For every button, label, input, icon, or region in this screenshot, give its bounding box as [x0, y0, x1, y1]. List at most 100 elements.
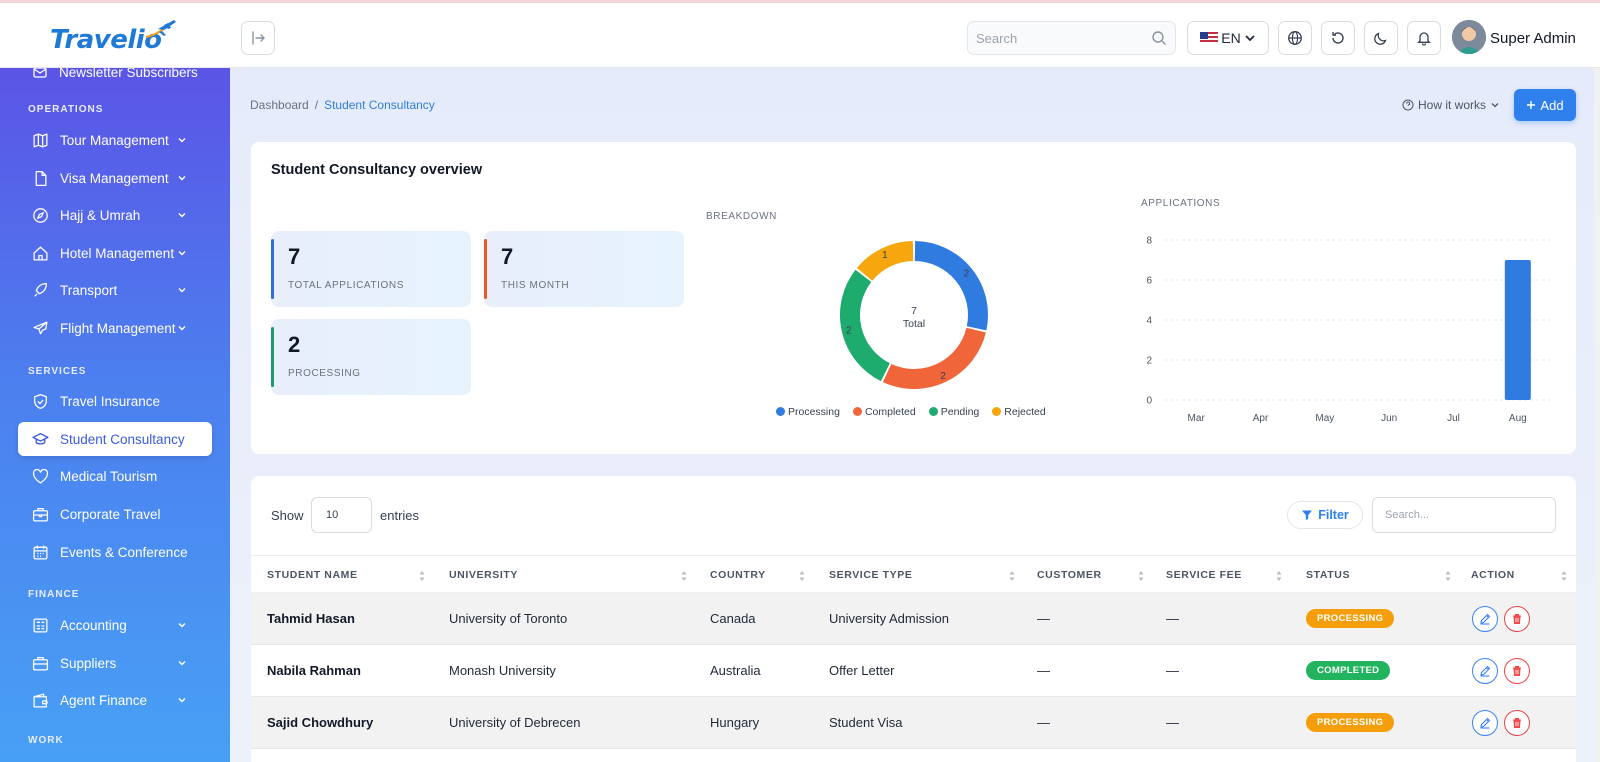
avatar-icon: [1452, 20, 1486, 54]
table-row[interactable]: Nabila Rahman Monash University Australia O…: [251, 645, 1576, 697]
delete-button[interactable]: [1504, 710, 1530, 736]
legend-label: Processing: [788, 406, 840, 418]
cell-customer: —: [1037, 715, 1050, 730]
donut-slice-pending[interactable]: [840, 269, 891, 382]
donut-slice-processing[interactable]: [914, 241, 988, 331]
sidebar-item-accounting[interactable]: Accounting: [18, 608, 212, 642]
cell-service: University Admission: [829, 611, 949, 626]
filter-button[interactable]: Filter: [1287, 501, 1363, 529]
cell-service: Student Visa: [829, 715, 903, 730]
y-tick-label: 0: [1146, 396, 1152, 407]
notifications-button[interactable]: [1407, 21, 1441, 55]
donut-slice-rejected[interactable]: [856, 241, 914, 282]
legend-item-completed[interactable]: Completed: [852, 406, 916, 418]
edit-button[interactable]: [1472, 710, 1498, 736]
x-tick-label: Aug: [1509, 413, 1527, 424]
theme-toggle-button[interactable]: [1364, 21, 1398, 55]
column-header-service-fee[interactable]: SERVICE FEE: [1166, 569, 1242, 581]
user-name[interactable]: Super Admin: [1490, 30, 1576, 47]
stat-accent: [271, 327, 274, 387]
calculator-icon: [33, 617, 48, 633]
trash-icon: [1513, 665, 1521, 677]
sidebar-item-label: Suppliers: [60, 655, 117, 671]
chevron-down-icon: [1245, 35, 1255, 42]
document-icon: [35, 170, 47, 186]
sort-icon[interactable]: [1445, 569, 1451, 581]
sidebar-item-hotel-management[interactable]: Hotel Management: [18, 236, 212, 270]
sort-icon[interactable]: [1561, 569, 1567, 581]
language-selector[interactable]: EN: [1187, 21, 1269, 55]
sidebar-item-tour-management[interactable]: Tour Management: [18, 123, 212, 157]
column-header-customer[interactable]: CUSTOMER: [1037, 569, 1102, 581]
table-row[interactable]: Sajid Chowdhury University of Debrecen Hun…: [251, 697, 1576, 749]
page-scrollbar[interactable]: [1594, 68, 1600, 762]
search-input[interactable]: [968, 22, 1138, 54]
legend-item-pending[interactable]: Pending: [928, 406, 979, 418]
sidebar-item-visa-management[interactable]: Visa Management: [18, 161, 212, 195]
sidebar-item-events-conference[interactable]: Events & Conference: [18, 535, 212, 569]
sidebar-item-suppliers[interactable]: Suppliers: [18, 646, 212, 680]
column-header-student-name[interactable]: STUDENT NAME: [267, 569, 358, 581]
sort-icon[interactable]: [1138, 569, 1144, 581]
donut-slice-completed[interactable]: [882, 327, 986, 389]
brand-logo[interactable]: Travelio: [50, 15, 180, 59]
flag-us-icon: [1200, 32, 1219, 44]
heart-icon: [32, 468, 49, 484]
user-avatar[interactable]: [1452, 20, 1486, 54]
trash-icon: [1513, 613, 1521, 625]
globe-button[interactable]: [1278, 21, 1312, 55]
how-it-works-button[interactable]: How it works: [1402, 98, 1500, 112]
sidebar-item-hajj-umrah[interactable]: Hajj & Umrah: [18, 198, 212, 232]
sidebar-item-travel-insurance[interactable]: Travel Insurance: [18, 384, 212, 418]
filter-icon: [1302, 510, 1313, 520]
column-header-service-type[interactable]: SERVICE TYPE: [829, 569, 912, 581]
column-header-country[interactable]: COUNTRY: [710, 569, 766, 581]
chevron-down-icon: [178, 176, 186, 181]
sidebar-item-transport[interactable]: Transport: [18, 273, 212, 307]
delete-button[interactable]: [1504, 606, 1530, 632]
delete-button[interactable]: [1504, 658, 1530, 684]
legend-swatch: [928, 407, 938, 416]
search-icon[interactable]: [1151, 30, 1167, 46]
column-header-university[interactable]: UNIVERSITY: [449, 569, 518, 581]
cell-customer: —: [1037, 611, 1050, 626]
sort-icon[interactable]: [419, 569, 425, 581]
bar-aug[interactable]: [1504, 260, 1531, 400]
rocket-icon: [34, 282, 47, 297]
add-button[interactable]: Add: [1514, 89, 1576, 121]
refresh-button[interactable]: [1321, 21, 1355, 55]
table-row[interactable]: Tahmid Hasan University of Toronto Canada U…: [251, 593, 1576, 645]
cell-university: University of Debrecen: [449, 715, 581, 730]
sidebar-item-newsletter[interactable]: Newsletter Subscribers: [18, 68, 212, 89]
sidebar-item-label: Hotel Management: [60, 245, 175, 261]
sort-icon[interactable]: [1276, 569, 1282, 581]
sidebar-item-label: Agent Finance: [60, 692, 148, 708]
table-search-input[interactable]: [1373, 498, 1543, 532]
cell-fee: —: [1166, 663, 1179, 678]
edit-button[interactable]: [1472, 606, 1498, 632]
sidebar-collapse-button[interactable]: [241, 21, 275, 55]
sort-icon[interactable]: [799, 569, 805, 581]
stat-label: THIS MONTH: [501, 280, 570, 291]
sidebar-item-student-consultancy[interactable]: Student Consultancy: [18, 422, 212, 456]
donut-slice-label: 2: [846, 325, 852, 336]
sidebar-item-corporate-travel[interactable]: Corporate Travel: [18, 497, 212, 531]
chevron-down-icon: [178, 138, 186, 143]
applications-title: APPLICATIONS: [1141, 198, 1221, 209]
sidebar-item-flight-management[interactable]: Flight Management: [18, 311, 212, 345]
legend-item-rejected[interactable]: Rejected: [992, 406, 1046, 418]
sidebar-item-agent-finance[interactable]: Agent Finance: [18, 683, 212, 717]
legend-item-processing[interactable]: Processing: [776, 406, 840, 418]
edit-button[interactable]: [1472, 658, 1498, 684]
sort-icon[interactable]: [681, 569, 687, 581]
column-header-status[interactable]: STATUS: [1306, 569, 1350, 581]
column-header-action[interactable]: ACTION: [1471, 569, 1515, 581]
sidebar-item-medical-tourism[interactable]: Medical Tourism: [18, 459, 212, 493]
sort-icon[interactable]: [1009, 569, 1015, 581]
edit-icon: [1480, 665, 1491, 677]
breadcrumb-dashboard-link[interactable]: Dashboard: [250, 98, 309, 112]
sidebar-section-operations: OPERATIONS: [28, 104, 104, 115]
plane-logo-icon: [145, 20, 176, 38]
language-label: EN: [1221, 30, 1241, 46]
entries-select[interactable]: 10: [311, 497, 372, 533]
